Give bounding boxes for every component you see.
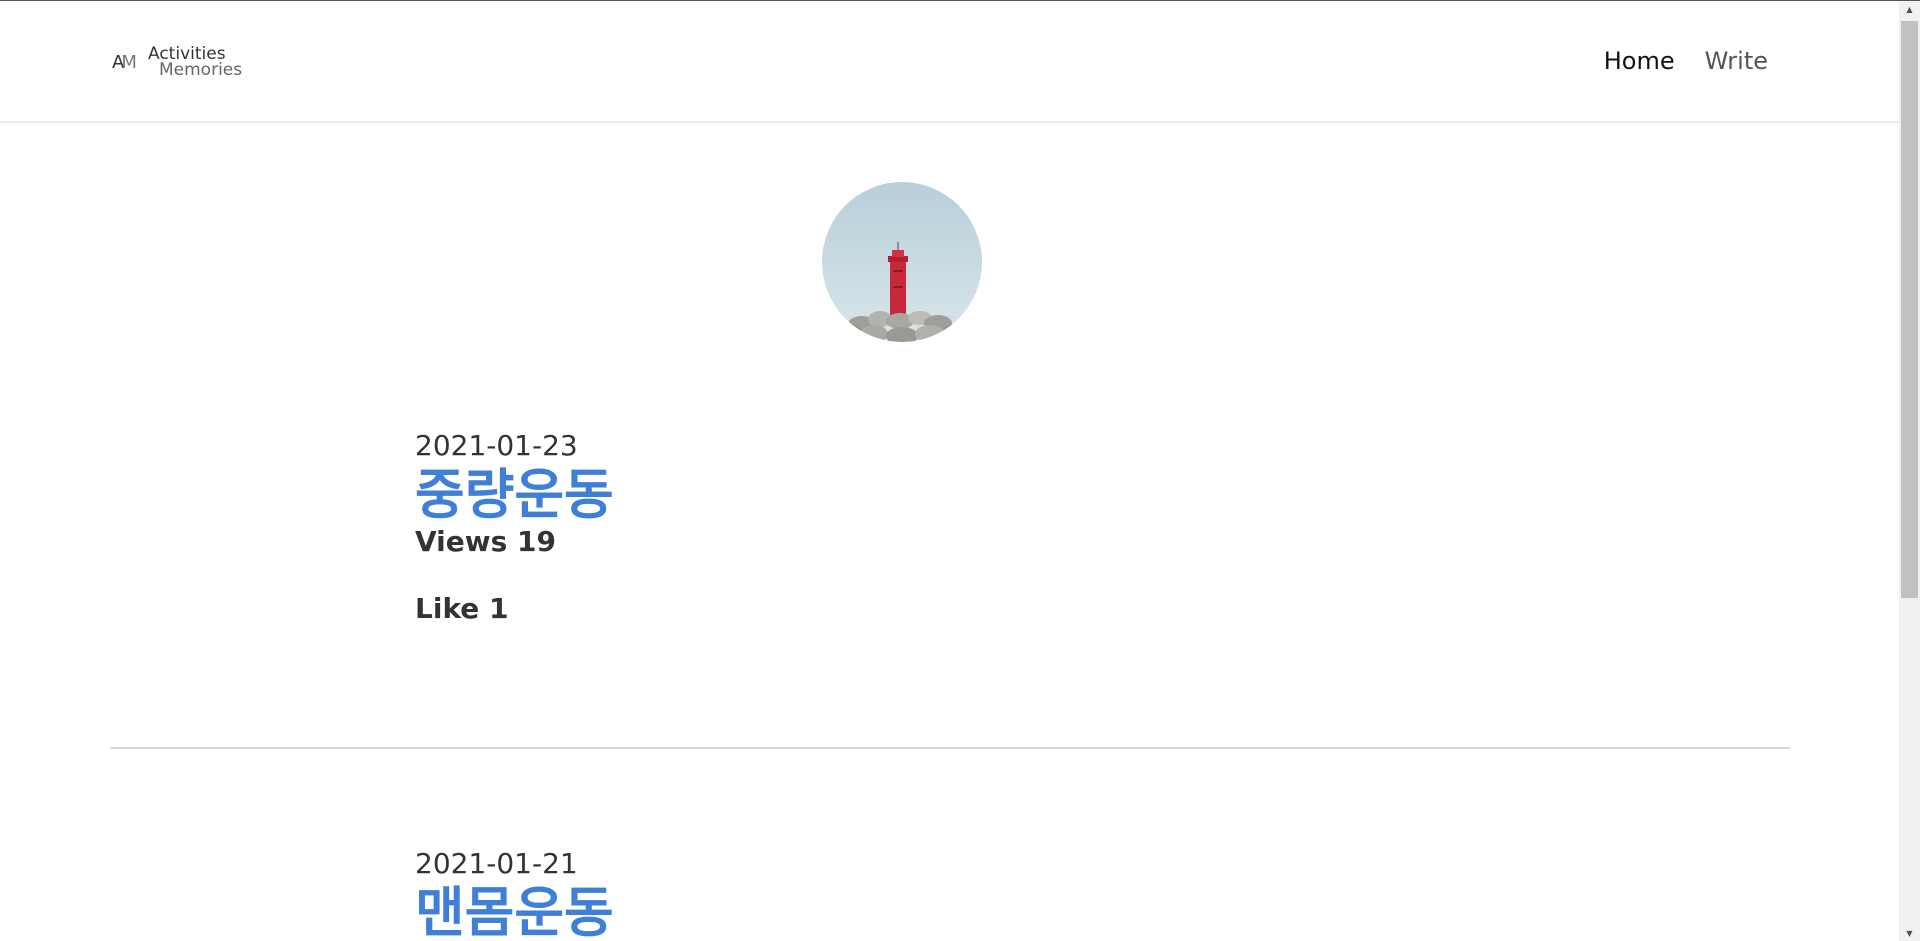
post-title-link[interactable]: 중량운동 bbox=[415, 465, 1415, 525]
post-views: Views 19 bbox=[415, 525, 557, 558]
post-title-link[interactable]: 맨몸운동 bbox=[415, 883, 1415, 941]
vertical-scrollbar[interactable]: ▲ ▼ bbox=[1899, 1, 1920, 941]
logo-text: Activities Memories bbox=[148, 43, 248, 83]
logo-mark-icon: AM bbox=[112, 51, 137, 73]
post-divider bbox=[110, 747, 1790, 749]
site-logo[interactable]: AM Activities Memories bbox=[112, 43, 252, 83]
scroll-up-arrow-icon[interactable]: ▲ bbox=[1899, 1, 1920, 18]
nav-write-link[interactable]: Write bbox=[1705, 47, 1768, 75]
scroll-down-arrow-icon[interactable]: ▼ bbox=[1899, 925, 1920, 941]
nav-home-link[interactable]: Home bbox=[1604, 47, 1675, 75]
profile-avatar bbox=[822, 182, 982, 342]
post-date: 2021-01-23 bbox=[415, 429, 578, 462]
post-likes: Like 1 bbox=[415, 592, 509, 625]
site-header: AM Activities Memories Home Write bbox=[0, 1, 1899, 123]
lighthouse-image bbox=[822, 182, 982, 342]
page: AM Activities Memories Home Write 2021-0… bbox=[0, 0, 1920, 941]
logo-text-memories: Memories bbox=[159, 60, 243, 80]
post-item: 2021-01-23 중량운동 Views 19 Like 1 bbox=[415, 429, 1415, 626]
post-date: 2021-01-21 bbox=[415, 847, 578, 880]
post-item: 2021-01-21 맨몸운동 bbox=[415, 847, 1415, 941]
main-nav: Home Write bbox=[1604, 47, 1768, 75]
scrollbar-thumb[interactable] bbox=[1901, 21, 1918, 598]
